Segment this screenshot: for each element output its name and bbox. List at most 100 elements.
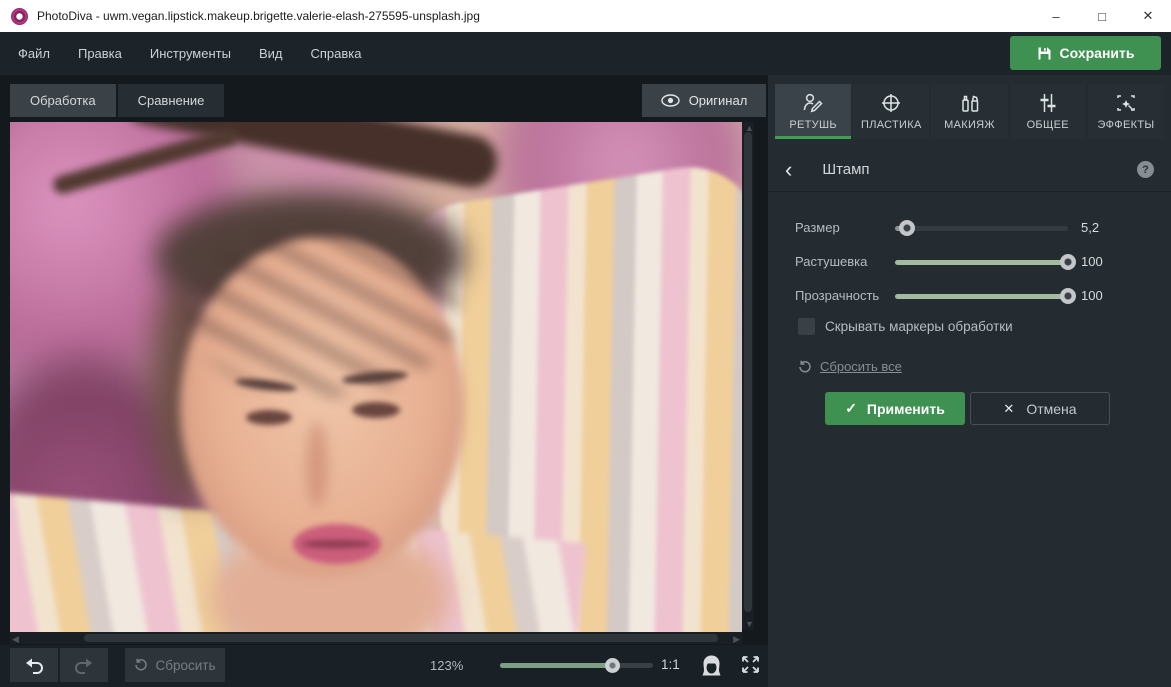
menu-file[interactable]: Файл <box>4 40 64 67</box>
save-button[interactable]: Сохранить <box>1010 36 1161 70</box>
opacity-slider-fill <box>895 294 1068 299</box>
opacity-slider-value: 100 <box>1081 288 1103 303</box>
zoom-slider[interactable] <box>500 658 653 673</box>
tab-processing[interactable]: Обработка <box>10 84 116 117</box>
feather-slider-handle[interactable] <box>1060 254 1076 270</box>
apply-button[interactable]: ✓ Применить <box>825 392 965 425</box>
reset-icon <box>799 360 811 372</box>
menu-view[interactable]: Вид <box>245 40 297 67</box>
size-slider[interactable] <box>895 220 1068 236</box>
zoom-slider-handle[interactable] <box>605 658 621 673</box>
tab-plastic-label: ПЛАСТИКА <box>861 119 922 131</box>
scroll-down-icon[interactable]: ▼ <box>745 618 754 630</box>
portrait-eye <box>246 410 292 425</box>
tab-general[interactable]: ОБЩЕЕ <box>1009 84 1086 139</box>
branch-shadow <box>185 227 460 397</box>
horizontal-scrollbar-thumb[interactable] <box>84 634 718 642</box>
eye-icon <box>660 94 680 107</box>
size-slider-row: Размер 5,2 <box>768 219 1171 237</box>
tab-makeup[interactable]: МАКИЯЖ <box>931 84 1008 139</box>
reset-all-link[interactable]: Сбросить все <box>820 359 902 374</box>
tab-plastic[interactable]: ПЛАСТИКА <box>853 84 930 139</box>
menu-tools[interactable]: Инструменты <box>136 40 245 67</box>
maximize-button[interactable]: □ <box>1079 0 1125 32</box>
back-icon[interactable]: ‹ <box>785 158 792 180</box>
original-preview-button[interactable]: Оригинал <box>642 84 766 117</box>
view-mode-tabs: Обработка Сравнение <box>10 84 225 117</box>
hide-markers-label: Скрывать маркеры обработки <box>825 319 1013 334</box>
reset-all-row: Сбросить все <box>798 359 902 374</box>
reset-icon <box>135 658 148 671</box>
opacity-slider[interactable] <box>895 288 1076 304</box>
original-button-label: Оригинал <box>688 93 748 108</box>
tab-makeup-label: МАКИЯЖ <box>944 119 995 131</box>
close-button[interactable]: ✕ <box>1125 0 1171 32</box>
tab-effects[interactable]: ЭФФЕКТЫ <box>1087 84 1165 139</box>
redo-button[interactable] <box>60 648 108 682</box>
horizontal-scrollbar[interactable]: ◀ ▶ <box>10 632 742 644</box>
effects-icon <box>1117 95 1135 111</box>
fullscreen-button[interactable] <box>740 654 761 680</box>
cancel-x-icon: ✕ <box>1003 400 1015 416</box>
scroll-left-icon[interactable]: ◀ <box>12 633 19 645</box>
cancel-button-label: Отмена <box>1026 400 1077 417</box>
opacity-slider-handle[interactable] <box>1060 288 1076 304</box>
undo-icon <box>26 658 43 674</box>
check-icon: ✓ <box>845 400 857 416</box>
menu-bar: Файл Правка Инструменты Вид Справка Сохр… <box>0 32 1171 75</box>
hide-markers-row: Скрывать маркеры обработки <box>798 318 1013 335</box>
scroll-right-icon[interactable]: ▶ <box>733 633 740 645</box>
tool-title: Штамп <box>822 161 870 178</box>
minimize-button[interactable]: – <box>1033 0 1079 32</box>
vertical-scrollbar-thumb[interactable] <box>744 132 752 612</box>
app-logo-icon <box>11 7 28 25</box>
menu-help[interactable]: Справка <box>296 40 375 67</box>
portrait-lips <box>302 540 372 548</box>
actual-size-button[interactable]: 1:1 <box>661 657 680 672</box>
title-bar: PhotoDiva - uwm.vegan.lipstick.makeup.br… <box>0 0 1171 32</box>
reset-button[interactable]: Сбросить <box>125 648 225 682</box>
tab-comparison[interactable]: Сравнение <box>117 84 225 117</box>
opacity-slider-label: Прозрачность <box>795 288 880 303</box>
save-button-label: Сохранить <box>1059 45 1135 61</box>
cancel-button[interactable]: ✕ Отмена <box>970 392 1110 425</box>
feather-slider-value: 100 <box>1081 254 1103 269</box>
zoom-percentage: 123% <box>430 658 464 673</box>
status-bar: Сбросить 123% 1:1 <box>0 645 768 687</box>
vertical-scrollbar[interactable]: ▲ ▼ <box>742 122 754 630</box>
photo-canvas[interactable] <box>10 122 742 632</box>
tab-effects-label: ЭФФЕКТЫ <box>1097 119 1155 131</box>
window-controls: – □ ✕ <box>1033 0 1171 32</box>
tool-header: ‹ Штамп ? <box>768 148 1171 192</box>
portrait-nose <box>306 422 328 507</box>
size-slider-handle[interactable] <box>899 220 916 236</box>
tool-category-tabs: РЕТУШЬ ПЛАСТИКА МАКИЯЖ ОБЩЕЕ ЭФФЕКТЫ <box>775 84 1165 139</box>
fit-to-face-button[interactable] <box>700 654 723 682</box>
menu-edit[interactable]: Правка <box>64 40 136 67</box>
undo-button[interactable] <box>10 648 58 682</box>
feather-slider-label: Растушевка <box>795 254 868 269</box>
reset-button-label: Сбросить <box>155 657 216 673</box>
tab-retouch[interactable]: РЕТУШЬ <box>775 84 852 139</box>
zoom-slider-fill <box>500 663 614 668</box>
hide-markers-checkbox[interactable] <box>798 318 815 335</box>
apply-button-label: Применить <box>866 400 945 417</box>
redo-icon <box>75 658 92 674</box>
tab-general-label: ОБЩЕЕ <box>1026 119 1069 131</box>
feather-slider-fill <box>895 260 1068 265</box>
opacity-slider-row: Прозрачность 100 <box>768 287 1171 305</box>
portrait-eye <box>352 402 400 418</box>
feather-slider[interactable] <box>895 254 1076 270</box>
plastic-icon <box>882 94 901 112</box>
retouch-icon <box>803 93 823 113</box>
save-floppy-icon <box>1038 47 1051 59</box>
expand-icon <box>742 656 759 673</box>
tools-panel: РЕТУШЬ ПЛАСТИКА МАКИЯЖ ОБЩЕЕ ЭФФЕКТЫ ‹ Ш… <box>768 75 1171 687</box>
tab-retouch-label: РЕТУШЬ <box>789 119 837 131</box>
help-icon[interactable]: ? <box>1137 161 1154 178</box>
action-buttons: ✓ Применить ✕ Отмена <box>825 392 1110 425</box>
sliders-icon <box>1040 94 1056 112</box>
canvas-area: Обработка Сравнение Оригинал ▲ ▼ ◀ ▶ <box>0 75 768 645</box>
feather-slider-row: Растушевка 100 <box>768 253 1171 271</box>
makeup-icon <box>961 95 978 112</box>
